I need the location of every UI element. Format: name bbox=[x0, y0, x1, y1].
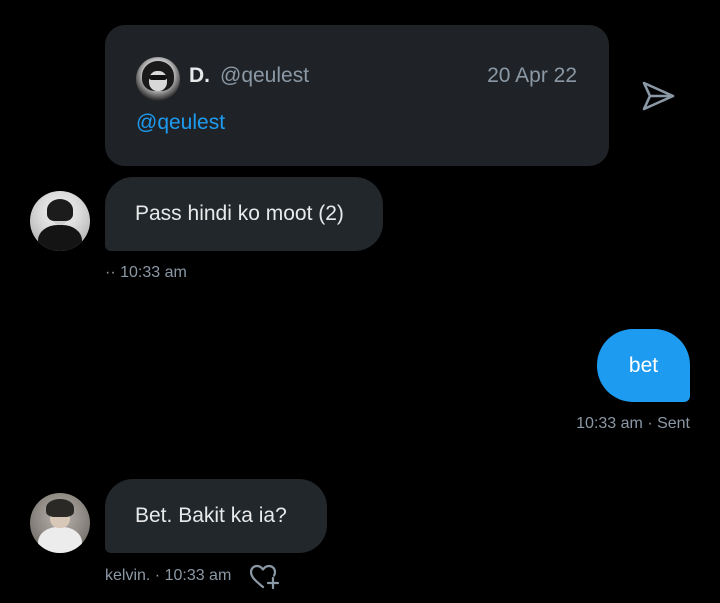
message-bubble-sent[interactable]: bet bbox=[597, 329, 690, 402]
quoted-tweet-date: 20 Apr 22 bbox=[487, 64, 577, 87]
message-meta: kelvin. · 10:33 am bbox=[105, 567, 232, 584]
message-meta: ·· 10:33 am bbox=[105, 264, 187, 281]
message-text: Bet. Bakit ka ia? bbox=[135, 504, 287, 527]
quoted-author-name: D. bbox=[189, 64, 210, 87]
message-bubble-received[interactable]: Bet. Bakit ka ia? bbox=[105, 479, 327, 553]
message-bubble-received[interactable]: Pass hindi ko moot (2) bbox=[105, 177, 383, 251]
quoted-author-handle: @qeulest bbox=[220, 64, 310, 87]
message-meta-sent: 10:33 am · Sent bbox=[576, 415, 690, 432]
sender-avatar[interactable] bbox=[30, 493, 90, 553]
message-text: bet bbox=[628, 354, 659, 377]
quoted-author-avatar[interactable] bbox=[136, 57, 180, 101]
quoted-tweet-card[interactable]: D. @qeulest 20 Apr 22 @qeulest bbox=[105, 25, 609, 166]
quoted-tweet-mention-link[interactable]: @qeulest bbox=[136, 111, 225, 135]
heart-plus-icon[interactable] bbox=[249, 563, 281, 591]
send-icon[interactable] bbox=[640, 78, 676, 114]
message-text: Pass hindi ko moot (2) bbox=[135, 202, 344, 225]
sender-avatar[interactable] bbox=[30, 191, 90, 251]
